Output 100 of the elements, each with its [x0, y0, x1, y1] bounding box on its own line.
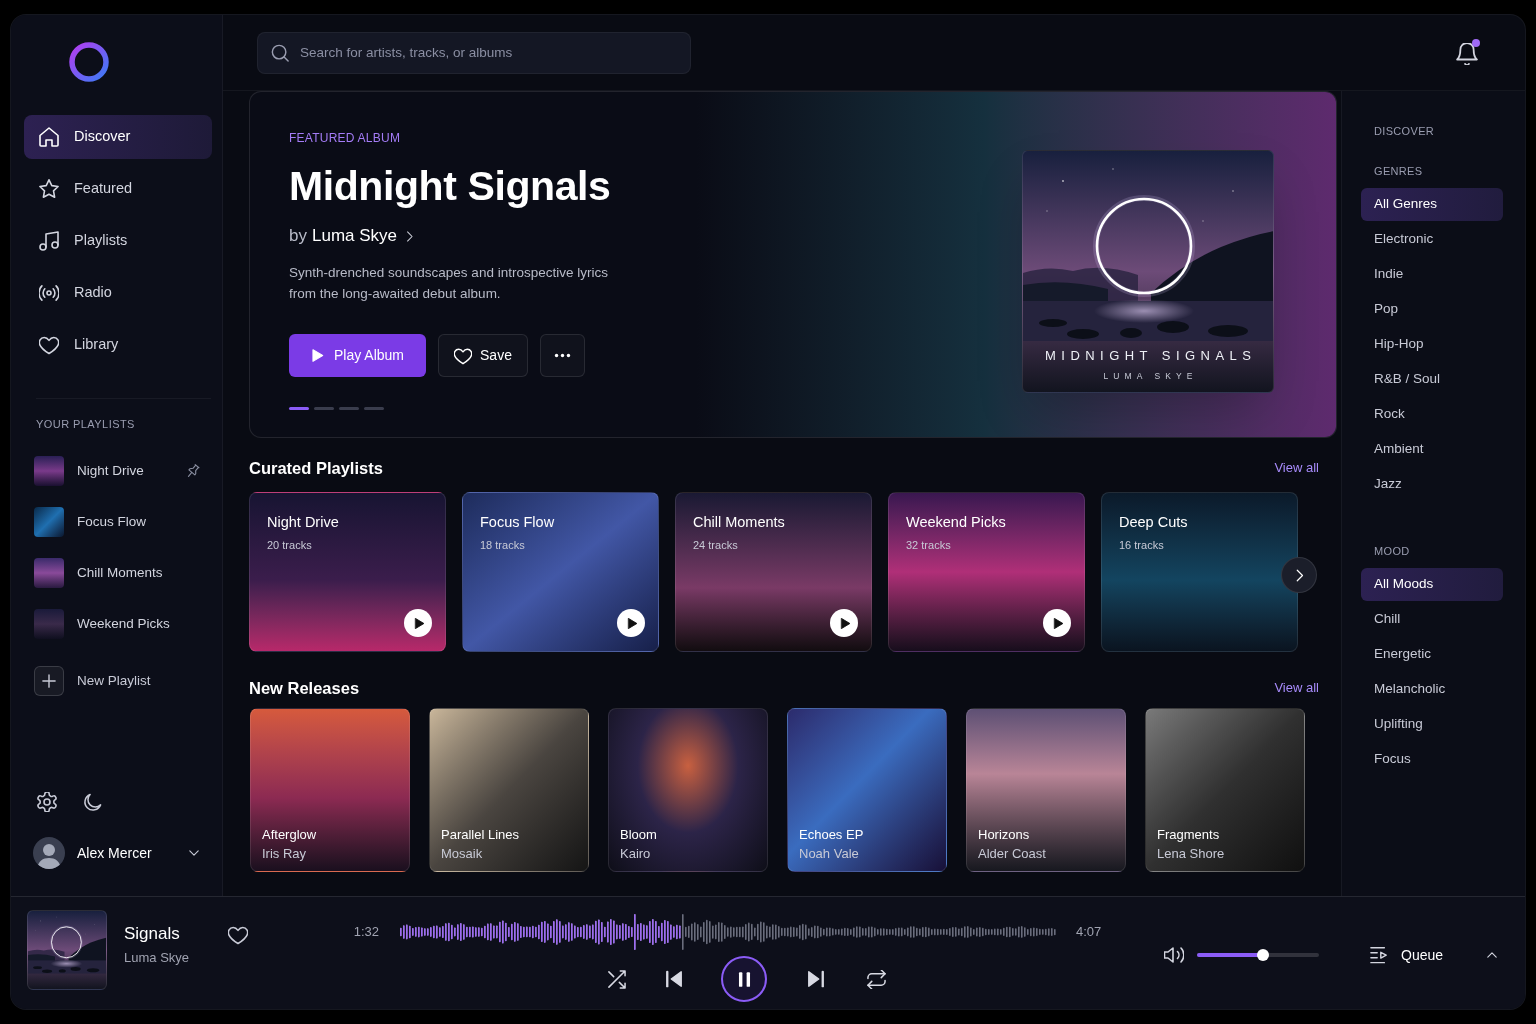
- play-button[interactable]: [830, 609, 858, 637]
- album-card[interactable]: Afterglow Iris Ray: [250, 708, 410, 872]
- track-count: 24 tracks: [693, 538, 739, 552]
- play-album-button[interactable]: Play Album: [289, 334, 426, 377]
- artist-name: Mosaik: [441, 845, 484, 863]
- card-title: Chill Moments: [693, 513, 786, 532]
- group-heading: GENRES: [1373, 164, 1424, 179]
- logo-icon: [69, 42, 109, 82]
- track-artist: Luma Skye: [124, 949, 191, 967]
- play-icon: [839, 617, 851, 629]
- section-heading: YOUR PLAYLISTS: [36, 417, 136, 432]
- repeat-icon[interactable]: [867, 969, 886, 989]
- playlist-item[interactable]: Night Drive: [24, 451, 206, 491]
- play-icon: [1052, 617, 1064, 629]
- album-name: Echoes EP: [799, 826, 865, 844]
- next-button[interactable]: [1281, 557, 1317, 593]
- nav-item[interactable]: Featured: [24, 167, 212, 211]
- waveform-seek-bar[interactable]: [399, 914, 1057, 950]
- play-button[interactable]: [617, 609, 645, 637]
- album-name: Fragments: [1157, 826, 1221, 844]
- album-card[interactable]: Bloom Kairo: [608, 708, 768, 872]
- playlist-thumbnail: [34, 609, 64, 639]
- playlist-card[interactable]: Focus Flow 18 tracks: [462, 492, 659, 652]
- eyebrow-label: FEATURED ALBUM: [289, 130, 402, 146]
- artist-name: Noah Vale: [799, 845, 860, 863]
- queue-button[interactable]: Queue: [1370, 943, 1444, 967]
- filter-item[interactable]: Focus: [1361, 743, 1503, 776]
- user-menu[interactable]: Alex Mercer: [33, 833, 215, 873]
- filter-item[interactable]: Ambient: [1361, 433, 1503, 466]
- play-icon: [413, 617, 425, 629]
- shuffle-icon[interactable]: [607, 969, 626, 989]
- notification-bell-icon[interactable]: [1456, 42, 1478, 65]
- cover-title: MIDNIGHT SIGNALS: [1044, 348, 1258, 364]
- playlist-item[interactable]: Focus Flow: [24, 502, 206, 542]
- playlist-card[interactable]: Deep Cuts 16 tracks: [1101, 492, 1298, 652]
- section-title: New Releases: [249, 677, 360, 699]
- like-heart-icon[interactable]: [228, 925, 248, 945]
- playlist-card[interactable]: Night Drive 20 tracks: [249, 492, 446, 652]
- moon-icon[interactable]: [83, 792, 102, 812]
- play-button[interactable]: [404, 609, 432, 637]
- settings-icon[interactable]: [37, 792, 57, 812]
- filter-item[interactable]: Rock: [1361, 398, 1503, 431]
- search-icon: [271, 43, 289, 62]
- play-button[interactable]: [1043, 609, 1071, 637]
- music-note-icon: [39, 231, 59, 251]
- filter-item[interactable]: Electronic: [1361, 223, 1503, 256]
- nav-item[interactable]: Radio: [24, 271, 212, 315]
- filter-item[interactable]: Energetic: [1361, 638, 1503, 671]
- playlist-item[interactable]: Chill Moments: [24, 553, 206, 593]
- playlist-item[interactable]: Weekend Picks: [24, 604, 206, 644]
- playlist-card[interactable]: Weekend Picks 32 tracks: [888, 492, 1085, 652]
- user-avatar-icon: [33, 837, 65, 869]
- artist-link[interactable]: Luma Skye: [311, 223, 416, 249]
- previous-track-icon[interactable]: [665, 970, 683, 988]
- filter-item[interactable]: Hip-Hop: [1361, 328, 1503, 361]
- album-name: Afterglow: [262, 826, 318, 844]
- save-button[interactable]: Save: [438, 334, 528, 377]
- album-description: Synth-drenched soundscapes and introspective lyrics from the long-awaited debut album.: [289, 264, 609, 303]
- artist-name: Alder Coast: [978, 845, 1047, 863]
- panel-heading: DISCOVER: [1373, 124, 1436, 139]
- nav-item[interactable]: Discover: [24, 115, 212, 159]
- card-title: Focus Flow: [480, 513, 556, 532]
- star-icon: [39, 179, 59, 199]
- play-icon: [626, 617, 638, 629]
- nav-item[interactable]: Playlists: [24, 219, 212, 263]
- filter-item[interactable]: Indie: [1361, 258, 1503, 291]
- playlist-thumbnail: [34, 456, 64, 486]
- volume-thumb[interactable]: [1256, 949, 1269, 961]
- filter-item[interactable]: All Genres: [1361, 188, 1503, 221]
- heart-icon: [454, 346, 473, 365]
- filter-item[interactable]: Melancholic: [1361, 673, 1503, 706]
- album-card[interactable]: Horizons Alder Coast: [966, 708, 1126, 872]
- filter-item[interactable]: All Moods: [1361, 568, 1503, 601]
- new-playlist-button[interactable]: New Playlist: [24, 661, 206, 701]
- album-card[interactable]: Echoes EP Noah Vale: [787, 708, 947, 872]
- track-count: 16 tracks: [1119, 538, 1165, 552]
- volume-slider[interactable]: [1197, 948, 1319, 962]
- plus-icon: [34, 666, 64, 696]
- artist-name: Kairo: [620, 845, 652, 863]
- view-all-link[interactable]: View all: [1274, 678, 1319, 698]
- album-card[interactable]: Parallel Lines Mosaik: [429, 708, 589, 872]
- artist-name: Iris Ray: [262, 845, 308, 863]
- search-field[interactable]: Search for artists, tracks, or albums: [257, 31, 691, 74]
- filter-item[interactable]: Jazz: [1361, 468, 1503, 501]
- filter-item[interactable]: R&B / Soul: [1361, 363, 1503, 396]
- playlist-card[interactable]: Chill Moments 24 tracks: [675, 492, 872, 652]
- track-count: 20 tracks: [267, 538, 313, 552]
- play-icon: [310, 349, 324, 362]
- heart-icon: [39, 335, 59, 355]
- filter-item[interactable]: Chill: [1361, 603, 1503, 636]
- view-all-link[interactable]: View all: [1274, 458, 1319, 478]
- nav-item[interactable]: Library: [24, 323, 212, 367]
- filter-item[interactable]: Pop: [1361, 293, 1503, 326]
- filter-item[interactable]: Uplifting: [1361, 708, 1503, 741]
- volume-icon[interactable]: [1164, 945, 1184, 965]
- pause-button[interactable]: [721, 956, 767, 1002]
- playlist-thumbnail: [34, 558, 64, 588]
- track-count: 32 tracks: [906, 538, 952, 552]
- next-track-icon[interactable]: [807, 970, 825, 988]
- album-card[interactable]: Fragments Lena Shore: [1145, 708, 1305, 872]
